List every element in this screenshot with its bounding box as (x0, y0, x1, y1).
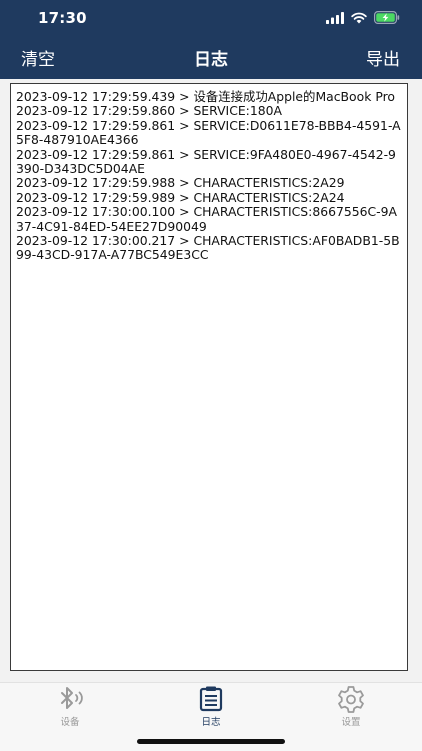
log-text-view[interactable]: 2023-09-12 17:29:59.439 > 设备连接成功Apple的Ma… (10, 83, 408, 671)
log-line: 2023-09-12 17:29:59.988 > CHARACTERISTIC… (16, 175, 345, 191)
tab-label: 日志 (201, 717, 221, 728)
log-line: 2023-09-12 17:29:59.989 > CHARACTERISTIC… (16, 189, 345, 205)
tab-devices[interactable]: 设备 (30, 685, 110, 728)
page-title: 日志 (194, 50, 228, 70)
status-icons (326, 11, 400, 24)
log-line: 2023-09-12 17:29:59.860 > SERVICE:180A (16, 103, 282, 119)
wifi-icon (351, 12, 367, 23)
battery-charging-icon (374, 11, 400, 24)
status-time: 17:30 (38, 9, 87, 27)
tab-label: 设备 (60, 717, 80, 728)
log-list-icon (199, 686, 223, 712)
status-bar: 17:30 (0, 0, 422, 36)
log-line: 2023-09-12 17:30:00.217 > CHARACTERISTIC… (16, 233, 400, 263)
home-indicator (137, 739, 285, 744)
bluetooth-icon (61, 687, 83, 709)
log-line: 2023-09-12 17:30:00.100 > CHARACTERISTIC… (16, 204, 398, 234)
tab-log[interactable]: 日志 (171, 685, 251, 728)
log-line: 2023-09-12 17:29:59.439 > 设备连接成功Apple的Ma… (16, 89, 395, 104)
export-button[interactable]: 导出 (366, 45, 400, 70)
signal-icon (326, 11, 344, 24)
tab-label: 设置 (341, 717, 361, 728)
tab-settings[interactable]: 设置 (311, 685, 391, 728)
log-line: 2023-09-12 17:29:59.861 > SERVICE:9FA480… (16, 146, 396, 177)
log-line: 2023-09-12 17:29:59.861 > SERVICE:D0611E… (16, 117, 401, 148)
content-area: 2023-09-12 17:29:59.439 > 设备连接成功Apple的Ma… (0, 79, 422, 682)
nav-bar: 清空 日志 导出 (0, 36, 422, 79)
gear-icon (338, 686, 364, 713)
header: 17:30 清空 日志 导出 (0, 0, 422, 79)
